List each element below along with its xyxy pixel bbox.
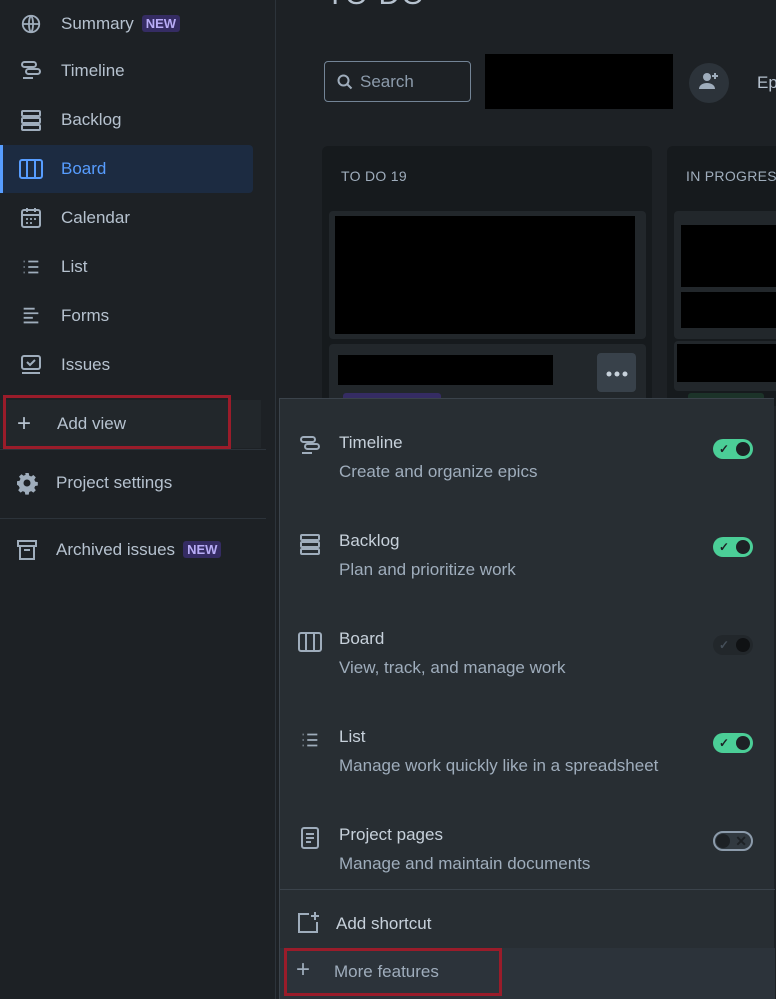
list-icon xyxy=(297,727,323,753)
archived-issues-label: Archived issues xyxy=(56,540,176,559)
add-shortcut-icon xyxy=(295,910,321,936)
backlog-icon xyxy=(18,107,44,133)
redacted-block xyxy=(338,355,553,385)
feature-description: Manage work quickly like in a spreadshee… xyxy=(339,756,659,775)
feature-description: Plan and prioritize work xyxy=(339,560,516,579)
sidebar-item-label: Board xyxy=(61,159,107,178)
column-title: TO DO 19 xyxy=(341,168,407,184)
more-icon xyxy=(606,364,628,382)
feature-toggle-board: ✓ xyxy=(713,635,753,655)
timeline-icon xyxy=(18,58,44,84)
project-settings-label: Project settings xyxy=(56,473,173,492)
check-icon: ✓ xyxy=(719,736,730,750)
cross-icon: ✕ xyxy=(735,833,747,849)
gear-icon xyxy=(14,470,40,496)
feature-name: Board xyxy=(339,629,385,648)
sidebar-item-label: List xyxy=(61,257,88,276)
feature-name: List xyxy=(339,727,366,746)
feature-description: Manage and maintain documents xyxy=(339,854,591,873)
features-menu: Timeline Create and organize epics ✓ Bac… xyxy=(279,398,775,999)
globe-icon xyxy=(18,11,44,37)
redacted-block xyxy=(335,216,635,334)
feature-item-timeline[interactable]: Timeline Create and organize epics ✓ xyxy=(280,399,775,497)
add-shortcut-label: Add shortcut xyxy=(336,914,432,933)
feature-name: Timeline xyxy=(339,433,403,452)
page-icon xyxy=(297,825,323,851)
check-icon: ✓ xyxy=(719,540,730,554)
plus-icon: + xyxy=(17,410,32,437)
list-icon xyxy=(18,254,44,280)
more-features-label: More features xyxy=(334,962,439,981)
epic-filter[interactable]: Ep xyxy=(757,73,776,93)
feature-toggle-timeline[interactable]: ✓ xyxy=(713,439,753,459)
sidebar-item-list[interactable]: List xyxy=(0,243,253,291)
calendar-icon xyxy=(18,205,44,231)
add-view-button[interactable]: + Add view xyxy=(0,400,261,448)
timeline-icon xyxy=(297,433,323,459)
board-icon xyxy=(18,156,44,182)
column-title: IN PROGRESS xyxy=(686,168,776,184)
feature-toggle-backlog[interactable]: ✓ xyxy=(713,537,753,557)
feature-item-backlog[interactable]: Backlog Plan and prioritize work ✓ xyxy=(280,497,775,595)
feature-name: Backlog xyxy=(339,531,400,550)
redacted-block xyxy=(677,344,776,382)
sidebar-item-label: Backlog xyxy=(61,110,122,129)
add-person-icon xyxy=(697,69,721,98)
redacted-block xyxy=(681,225,776,287)
feature-toggle-project-pages[interactable]: ✕ xyxy=(713,831,753,851)
feature-item-list[interactable]: List Manage work quickly like in a sprea… xyxy=(280,693,775,791)
search-input[interactable]: Search xyxy=(324,61,471,102)
sidebar-item-label: Issues xyxy=(61,355,111,374)
issues-icon xyxy=(18,352,44,378)
feature-item-board[interactable]: Board View, track, and manage work ✓ xyxy=(280,595,775,693)
sidebar-item-forms[interactable]: Forms xyxy=(0,292,253,340)
sidebar: Summary NEW Timeline Backlog Board Calend… xyxy=(0,0,276,999)
feature-name: Project pages xyxy=(339,825,443,844)
sidebar-item-backlog[interactable]: Backlog xyxy=(0,96,253,144)
check-icon: ✓ xyxy=(719,442,730,456)
sidebar-item-label: Calendar xyxy=(61,208,130,227)
sidebar-item-board[interactable]: Board xyxy=(0,145,253,193)
new-badge: NEW xyxy=(183,541,222,558)
more-features-item[interactable]: + More features xyxy=(280,948,775,999)
backlog-icon xyxy=(297,531,323,557)
add-people-button[interactable] xyxy=(689,63,729,103)
feature-toggle-list[interactable]: ✓ xyxy=(713,733,753,753)
menu-divider xyxy=(280,889,775,890)
sidebar-divider xyxy=(0,449,266,450)
sidebar-item-timeline[interactable]: Timeline xyxy=(0,47,253,95)
check-icon: ✓ xyxy=(719,638,730,652)
add-view-label: Add view xyxy=(57,414,126,433)
card-more-button[interactable] xyxy=(597,353,636,392)
feature-description: View, track, and manage work xyxy=(339,658,566,677)
archive-icon xyxy=(14,537,40,563)
sidebar-item-label: Summary xyxy=(61,14,134,33)
sidebar-divider xyxy=(0,518,266,519)
board-icon xyxy=(297,629,323,655)
sidebar-item-summary[interactable]: Summary NEW xyxy=(0,0,253,48)
search-icon xyxy=(337,74,353,95)
page-title: TO DO xyxy=(326,0,425,12)
plus-icon: + xyxy=(296,956,311,983)
add-shortcut-item[interactable]: Add shortcut xyxy=(280,901,775,945)
sidebar-item-label: Timeline xyxy=(61,61,125,80)
search-placeholder: Search xyxy=(360,71,414,91)
sidebar-item-issues[interactable]: Issues xyxy=(0,341,253,389)
new-badge: NEW xyxy=(141,15,181,32)
feature-description: Create and organize epics xyxy=(339,462,538,481)
forms-icon xyxy=(18,303,44,329)
sidebar-item-label: Forms xyxy=(61,306,110,325)
sidebar-item-calendar[interactable]: Calendar xyxy=(0,194,253,242)
redacted-block xyxy=(485,54,673,109)
redacted-block xyxy=(681,292,776,328)
feature-item-project-pages[interactable]: Project pages Manage and maintain docume… xyxy=(280,791,775,889)
